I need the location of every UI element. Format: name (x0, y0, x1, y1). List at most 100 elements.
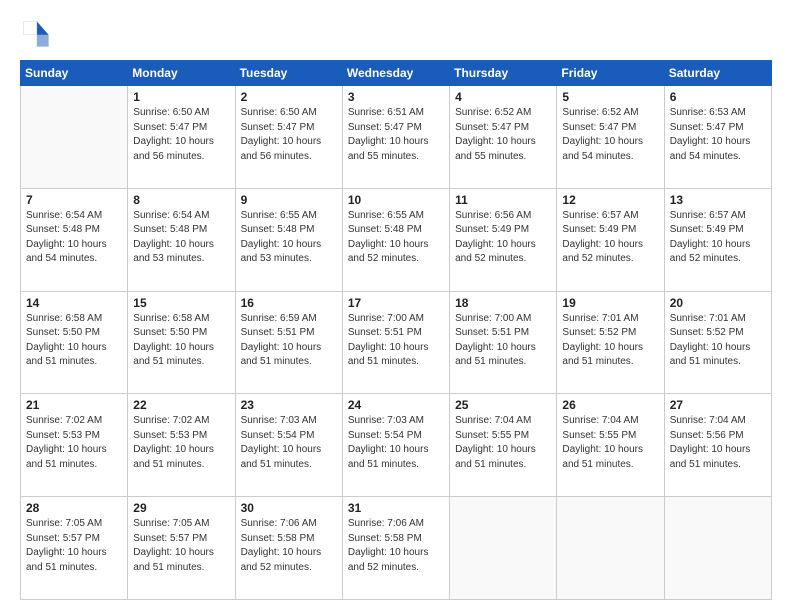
cell-info: Sunrise: 7:01 AM Sunset: 5:52 PM Dayligh… (670, 312, 766, 370)
calendar-cell: 16 Sunrise: 6:59 AM Sunset: 5:51 PM Dayli… (235, 291, 342, 394)
cell-info: Sunrise: 6:50 AM Sunset: 5:47 PM Dayligh… (241, 106, 337, 164)
cell-info: Sunrise: 6:54 AM Sunset: 5:48 PM Dayligh… (26, 209, 122, 267)
day-number: 24 (348, 398, 444, 412)
cell-info: Sunrise: 6:57 AM Sunset: 5:49 PM Dayligh… (670, 209, 766, 267)
day-number: 17 (348, 296, 444, 310)
day-number: 19 (562, 296, 658, 310)
calendar-cell: 29 Sunrise: 7:05 AM Sunset: 5:57 PM Dayli… (128, 497, 235, 600)
calendar-cell: 30 Sunrise: 7:06 AM Sunset: 5:58 PM Dayli… (235, 497, 342, 600)
cell-info: Sunrise: 6:50 AM Sunset: 5:47 PM Dayligh… (133, 106, 229, 164)
day-number: 23 (241, 398, 337, 412)
day-number: 20 (670, 296, 766, 310)
day-number: 10 (348, 193, 444, 207)
day-number: 8 (133, 193, 229, 207)
cell-info: Sunrise: 7:02 AM Sunset: 5:53 PM Dayligh… (133, 414, 229, 472)
header (20, 18, 772, 50)
day-number: 21 (26, 398, 122, 412)
calendar-cell: 25 Sunrise: 7:04 AM Sunset: 5:55 PM Dayli… (450, 394, 557, 497)
day-number: 25 (455, 398, 551, 412)
week-row-3: 14 Sunrise: 6:58 AM Sunset: 5:50 PM Dayli… (21, 291, 772, 394)
week-row-5: 28 Sunrise: 7:05 AM Sunset: 5:57 PM Dayli… (21, 497, 772, 600)
calendar-cell (21, 86, 128, 189)
day-number: 18 (455, 296, 551, 310)
calendar-cell (450, 497, 557, 600)
cell-info: Sunrise: 7:05 AM Sunset: 5:57 PM Dayligh… (133, 517, 229, 575)
weekday-header-saturday: Saturday (664, 61, 771, 86)
cell-info: Sunrise: 6:53 AM Sunset: 5:47 PM Dayligh… (670, 106, 766, 164)
cell-info: Sunrise: 6:54 AM Sunset: 5:48 PM Dayligh… (133, 209, 229, 267)
weekday-header-monday: Monday (128, 61, 235, 86)
calendar-cell: 17 Sunrise: 7:00 AM Sunset: 5:51 PM Dayli… (342, 291, 449, 394)
calendar-cell: 18 Sunrise: 7:00 AM Sunset: 5:51 PM Dayli… (450, 291, 557, 394)
day-number: 29 (133, 501, 229, 515)
cell-info: Sunrise: 7:04 AM Sunset: 5:55 PM Dayligh… (455, 414, 551, 472)
cell-info: Sunrise: 7:00 AM Sunset: 5:51 PM Dayligh… (348, 312, 444, 370)
weekday-header-row: SundayMondayTuesdayWednesdayThursdayFrid… (21, 61, 772, 86)
weekday-header-friday: Friday (557, 61, 664, 86)
week-row-2: 7Sunrise: 6:54 AM Sunset: 5:48 PM Daylig… (21, 188, 772, 291)
day-number: 16 (241, 296, 337, 310)
day-number: 28 (26, 501, 122, 515)
cell-info: Sunrise: 6:55 AM Sunset: 5:48 PM Dayligh… (348, 209, 444, 267)
cell-info: Sunrise: 6:51 AM Sunset: 5:47 PM Dayligh… (348, 106, 444, 164)
day-number: 12 (562, 193, 658, 207)
calendar-cell: 7Sunrise: 6:54 AM Sunset: 5:48 PM Daylig… (21, 188, 128, 291)
day-number: 3 (348, 90, 444, 104)
calendar-cell (557, 497, 664, 600)
calendar-cell: 1 Sunrise: 6:50 AM Sunset: 5:47 PM Daylig… (128, 86, 235, 189)
calendar-cell: 26Sunrise: 7:04 AM Sunset: 5:55 PM Dayli… (557, 394, 664, 497)
day-number: 4 (455, 90, 551, 104)
calendar-cell: 20 Sunrise: 7:01 AM Sunset: 5:52 PM Dayli… (664, 291, 771, 394)
cell-info: Sunrise: 7:03 AM Sunset: 5:54 PM Dayligh… (241, 414, 337, 472)
day-number: 30 (241, 501, 337, 515)
calendar-cell: 6 Sunrise: 6:53 AM Sunset: 5:47 PM Daylig… (664, 86, 771, 189)
cell-info: Sunrise: 7:00 AM Sunset: 5:51 PM Dayligh… (455, 312, 551, 370)
cell-info: Sunrise: 7:01 AM Sunset: 5:52 PM Dayligh… (562, 312, 658, 370)
logo (20, 18, 56, 50)
calendar-cell: 5 Sunrise: 6:52 AM Sunset: 5:47 PM Daylig… (557, 86, 664, 189)
weekday-header-tuesday: Tuesday (235, 61, 342, 86)
calendar-cell: 13 Sunrise: 6:57 AM Sunset: 5:49 PM Dayli… (664, 188, 771, 291)
calendar-cell: 19 Sunrise: 7:01 AM Sunset: 5:52 PM Dayli… (557, 291, 664, 394)
calendar-cell: 23 Sunrise: 7:03 AM Sunset: 5:54 PM Dayli… (235, 394, 342, 497)
cell-info: Sunrise: 7:05 AM Sunset: 5:57 PM Dayligh… (26, 517, 122, 575)
cell-info: Sunrise: 6:57 AM Sunset: 5:49 PM Dayligh… (562, 209, 658, 267)
day-number: 15 (133, 296, 229, 310)
calendar-cell (664, 497, 771, 600)
day-number: 31 (348, 501, 444, 515)
cell-info: Sunrise: 6:55 AM Sunset: 5:48 PM Dayligh… (241, 209, 337, 267)
calendar-cell: 12 Sunrise: 6:57 AM Sunset: 5:49 PM Dayli… (557, 188, 664, 291)
cell-info: Sunrise: 7:06 AM Sunset: 5:58 PM Dayligh… (241, 517, 337, 575)
day-number: 1 (133, 90, 229, 104)
page: SundayMondayTuesdayWednesdayThursdayFrid… (0, 0, 792, 612)
weekday-header-thursday: Thursday (450, 61, 557, 86)
cell-info: Sunrise: 6:52 AM Sunset: 5:47 PM Dayligh… (562, 106, 658, 164)
cell-info: Sunrise: 7:02 AM Sunset: 5:53 PM Dayligh… (26, 414, 122, 472)
calendar-cell: 24Sunrise: 7:03 AM Sunset: 5:54 PM Dayli… (342, 394, 449, 497)
weekday-header-sunday: Sunday (21, 61, 128, 86)
calendar-cell: 21 Sunrise: 7:02 AM Sunset: 5:53 PM Dayli… (21, 394, 128, 497)
day-number: 5 (562, 90, 658, 104)
calendar-cell: 4Sunrise: 6:52 AM Sunset: 5:47 PM Daylig… (450, 86, 557, 189)
cell-info: Sunrise: 6:59 AM Sunset: 5:51 PM Dayligh… (241, 312, 337, 370)
calendar-cell: 22Sunrise: 7:02 AM Sunset: 5:53 PM Dayli… (128, 394, 235, 497)
day-number: 6 (670, 90, 766, 104)
calendar-cell: 27Sunrise: 7:04 AM Sunset: 5:56 PM Dayli… (664, 394, 771, 497)
cell-info: Sunrise: 6:58 AM Sunset: 5:50 PM Dayligh… (26, 312, 122, 370)
day-number: 13 (670, 193, 766, 207)
day-number: 2 (241, 90, 337, 104)
day-number: 26 (562, 398, 658, 412)
calendar-cell: 31 Sunrise: 7:06 AM Sunset: 5:58 PM Dayli… (342, 497, 449, 600)
calendar-table: SundayMondayTuesdayWednesdayThursdayFrid… (20, 60, 772, 600)
calendar-cell: 11Sunrise: 6:56 AM Sunset: 5:49 PM Dayli… (450, 188, 557, 291)
calendar-cell: 15 Sunrise: 6:58 AM Sunset: 5:50 PM Dayli… (128, 291, 235, 394)
day-number: 14 (26, 296, 122, 310)
weekday-header-wednesday: Wednesday (342, 61, 449, 86)
calendar-cell: 2 Sunrise: 6:50 AM Sunset: 5:47 PM Daylig… (235, 86, 342, 189)
cell-info: Sunrise: 7:06 AM Sunset: 5:58 PM Dayligh… (348, 517, 444, 575)
cell-info: Sunrise: 6:58 AM Sunset: 5:50 PM Dayligh… (133, 312, 229, 370)
day-number: 9 (241, 193, 337, 207)
calendar-cell: 28 Sunrise: 7:05 AM Sunset: 5:57 PM Dayli… (21, 497, 128, 600)
week-row-4: 21 Sunrise: 7:02 AM Sunset: 5:53 PM Dayli… (21, 394, 772, 497)
day-number: 27 (670, 398, 766, 412)
